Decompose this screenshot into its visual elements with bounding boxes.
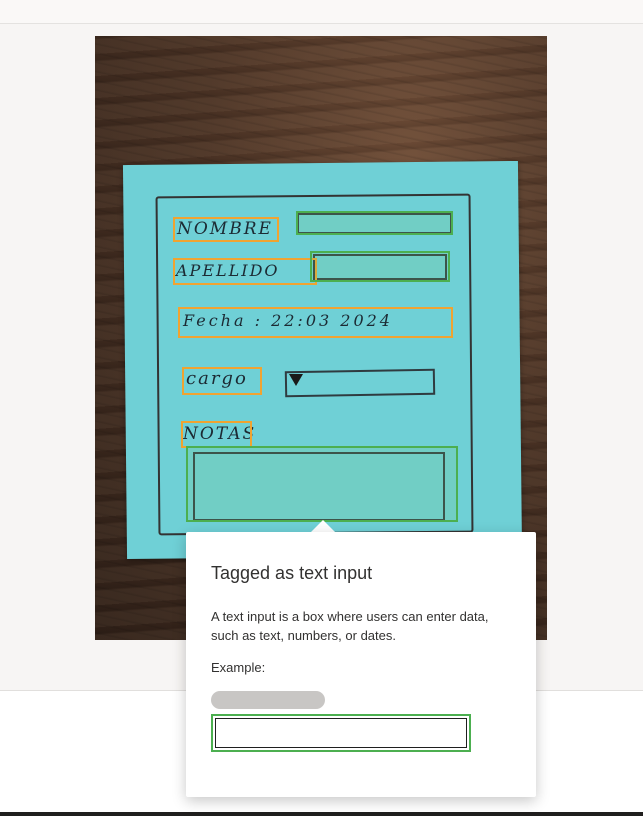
tooltip-pointer: [311, 520, 335, 532]
dropdown-arrow-icon: [289, 374, 303, 386]
tooltip-description: A text input is a box where users can en…: [211, 609, 489, 643]
example-text-input-inner: [215, 718, 467, 748]
tooltip-title: Tagged as text input: [211, 563, 373, 583]
tag-label-fecha[interactable]: [178, 307, 453, 338]
tag-input-nombre[interactable]: [296, 211, 453, 235]
tag-input-notas[interactable]: [186, 446, 458, 522]
tooltip-example-label: Example:: [211, 660, 266, 675]
tag-label-notas[interactable]: [181, 421, 252, 448]
tag-label-cargo[interactable]: [182, 367, 262, 395]
top-toolbar: [0, 0, 643, 24]
tag-tooltip: Tagged as text input A text input is a b…: [186, 532, 536, 797]
example-label-placeholder: [211, 691, 325, 709]
tag-input-apellido[interactable]: [310, 251, 450, 282]
tag-label-apellido[interactable]: [173, 258, 317, 285]
bottom-edge: [0, 812, 643, 816]
sketch-dropdown-box: [284, 368, 436, 398]
tag-label-nombre[interactable]: [173, 217, 279, 242]
example-text-input: [211, 714, 471, 752]
